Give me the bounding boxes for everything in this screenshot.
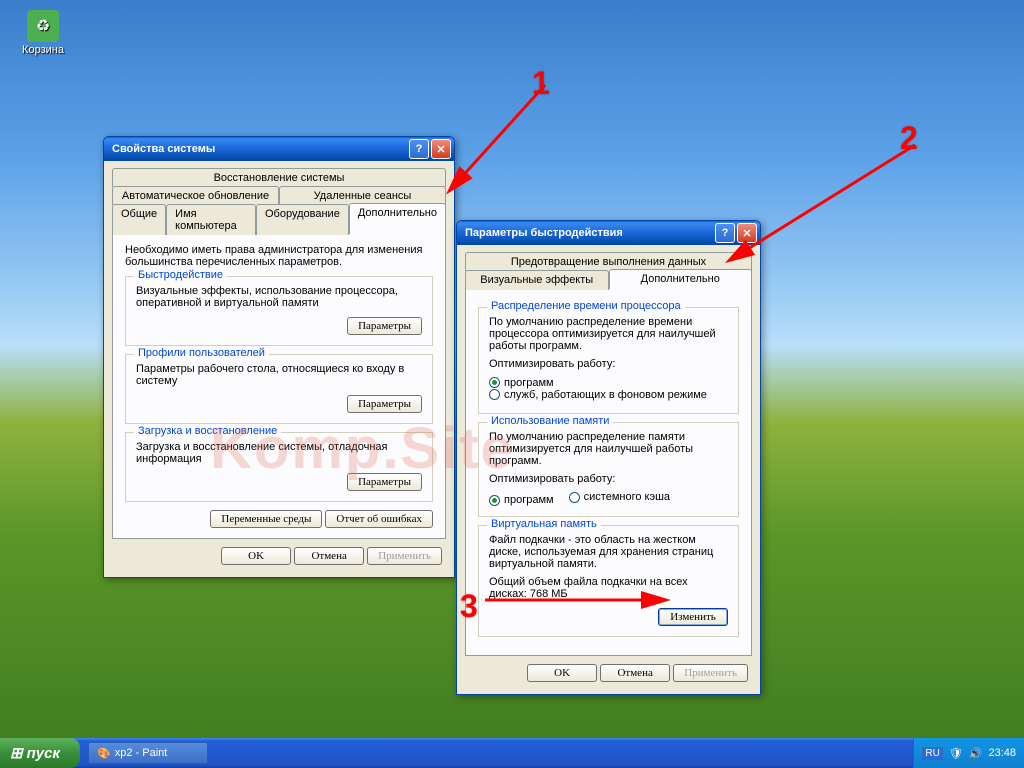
recycle-icon: ♻ (27, 10, 59, 42)
system-tray[interactable]: RU 🛡 🔊 23:48 (913, 738, 1024, 768)
group-processor-scheduling: Распределение времени процессора По умол… (478, 307, 739, 414)
legend-processor: Распределение времени процессора (487, 300, 685, 312)
help-button[interactable]: ? (409, 139, 429, 159)
legend-performance: Быстродействие (134, 269, 227, 281)
recycle-bin-label: Корзина (18, 44, 68, 56)
vm-text1: Файл подкачки - это область на жестком д… (489, 534, 728, 570)
user-profiles-settings-button[interactable]: Параметры (347, 395, 422, 413)
memory-optimize-label: Оптимизировать работу: (489, 473, 728, 485)
radio-background-services[interactable]: служб, работающих в фоновом режиме (489, 389, 707, 401)
change-vm-button[interactable]: Изменить (658, 608, 728, 626)
tab-general[interactable]: Общие (112, 204, 166, 235)
titlebar-performance-options[interactable]: Параметры быстродействия ? ✕ (457, 221, 760, 245)
window-performance-options: Параметры быстродействия ? ✕ Предотвраще… (456, 220, 761, 695)
annotation-3: 3 (460, 588, 478, 625)
cancel-button[interactable]: Отмена (600, 664, 670, 682)
user-profiles-text: Параметры рабочего стола, относящиеся ко… (136, 363, 422, 387)
legend-startup-recovery: Загрузка и восстановление (134, 425, 281, 437)
annotation-2: 2 (900, 120, 918, 157)
tray-icon[interactable]: 🛡 (949, 747, 963, 760)
radio-programs[interactable]: программ (489, 377, 554, 389)
start-button[interactable]: ⊞ пуск (0, 738, 80, 768)
titlebar-system-properties[interactable]: Свойства системы ? ✕ (104, 137, 454, 161)
legend-user-profiles: Профили пользователей (134, 347, 269, 359)
performance-settings-button[interactable]: Параметры (347, 317, 422, 335)
group-user-profiles: Профили пользователей Параметры рабочего… (125, 354, 433, 424)
close-button[interactable]: ✕ (431, 139, 451, 159)
title-performance-options: Параметры быстродействия (465, 227, 713, 239)
language-indicator[interactable]: RU (922, 747, 942, 760)
radio-icon (569, 492, 580, 503)
radio-icon (489, 377, 500, 388)
legend-memory: Использование памяти (487, 415, 613, 427)
legend-virtual-memory: Виртуальная память (487, 518, 601, 530)
radio-icon (489, 389, 500, 400)
group-memory-usage: Использование памяти По умолчанию распре… (478, 422, 739, 517)
processor-optimize-label: Оптимизировать работу: (489, 358, 728, 370)
tab-auto-update[interactable]: Автоматическое обновление (112, 186, 279, 205)
cancel-button[interactable]: Отмена (294, 547, 364, 565)
taskbar-item-paint[interactable]: 🎨 xp2 - Paint (88, 742, 208, 764)
startup-recovery-text: Загрузка и восстановление системы, отлад… (136, 441, 422, 465)
tab-computer-name[interactable]: Имя компьютера (166, 204, 256, 235)
radio-mem-programs[interactable]: программ (489, 494, 554, 506)
tab-advanced-perf[interactable]: Дополнительно (609, 269, 753, 289)
close-button[interactable]: ✕ (737, 223, 757, 243)
processor-text: По умолчанию распределение времени проце… (489, 316, 728, 352)
ok-button[interactable]: OK (221, 547, 291, 565)
recycle-bin-icon[interactable]: ♻ Корзина (18, 10, 68, 56)
error-report-button[interactable]: Отчет об ошибках (325, 510, 433, 528)
taskbar: ⊞ пуск 🎨 xp2 - Paint RU 🛡 🔊 23:48 (0, 738, 1024, 768)
tray-icon[interactable]: 🔊 (969, 747, 983, 760)
annotation-1: 1 (532, 65, 550, 102)
title-system-properties: Свойства системы (112, 143, 407, 155)
group-virtual-memory: Виртуальная память Файл подкачки - это о… (478, 525, 739, 637)
windows-logo-icon: ⊞ (10, 744, 23, 762)
apply-button: Применить (673, 664, 748, 682)
clock[interactable]: 23:48 (988, 747, 1016, 759)
group-performance: Быстродействие Визуальные эффекты, испол… (125, 276, 433, 346)
radio-system-cache[interactable]: системного кэша (569, 491, 670, 503)
radio-icon (489, 495, 500, 506)
intro-text: Необходимо иметь права администратора дл… (125, 244, 433, 268)
memory-text: По умолчанию распределение памяти оптими… (489, 431, 728, 467)
help-button[interactable]: ? (715, 223, 735, 243)
paint-icon: 🎨 (97, 747, 111, 760)
startup-recovery-settings-button[interactable]: Параметры (347, 473, 422, 491)
tab-system-restore[interactable]: Восстановление системы (112, 168, 446, 187)
window-system-properties: Свойства системы ? ✕ Восстановление сист… (103, 136, 455, 578)
apply-button: Применить (367, 547, 442, 565)
ok-button[interactable]: OK (527, 664, 597, 682)
performance-text: Визуальные эффекты, использование процес… (136, 285, 422, 309)
group-startup-recovery: Загрузка и восстановление Загрузка и вос… (125, 432, 433, 502)
env-variables-button[interactable]: Переменные среды (210, 510, 322, 528)
vm-total-size: Общий объем файла подкачки на всех диска… (489, 576, 728, 600)
tab-advanced[interactable]: Дополнительно (349, 203, 446, 234)
tab-visual-effects[interactable]: Визуальные эффекты (465, 270, 609, 290)
tab-hardware[interactable]: Оборудование (256, 204, 349, 235)
